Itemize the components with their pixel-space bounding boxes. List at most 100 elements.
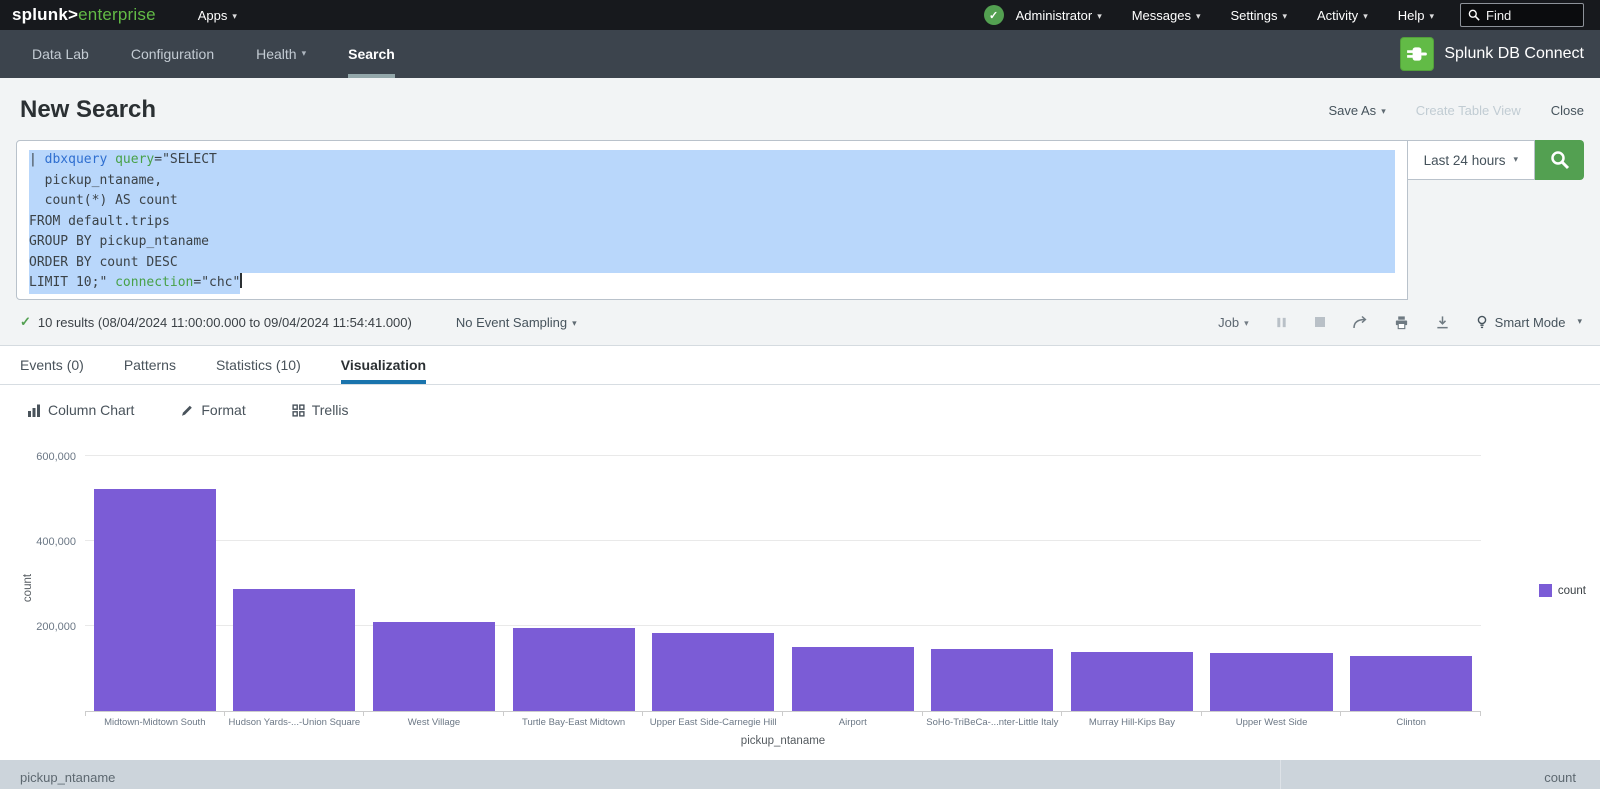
legend-label: count <box>1558 585 1586 597</box>
chevron-down-icon: ▾ <box>1282 11 1287 21</box>
x-axis-title: pickup_ntaname <box>85 735 1481 747</box>
find-search-box[interactable] <box>1460 3 1584 27</box>
event-sampling-menu[interactable]: No Event Sampling▾ <box>456 315 577 330</box>
chart-bar[interactable] <box>652 633 774 711</box>
table-column-pickup-ntaname[interactable]: pickup_ntaname <box>0 760 1280 789</box>
chevron-down-icon: ▾ <box>1577 316 1582 327</box>
stop-icon <box>1314 316 1326 328</box>
logo-splunk-text: splunk <box>12 5 68 24</box>
chart-bar[interactable] <box>373 622 495 711</box>
x-axis-category-label: Airport <box>783 712 923 728</box>
chart-bar[interactable] <box>931 649 1053 711</box>
x-axis-category-label: Upper East Side-Carnegie Hill <box>643 712 783 728</box>
query-line: FROM default.trips <box>29 212 1395 233</box>
query-line: LIMIT 10;" connection="chc" <box>29 273 1395 294</box>
x-axis-category-label: SoHo-TriBeCa-...nter-Little Italy <box>923 712 1063 728</box>
chart-type-picker[interactable]: Column Chart <box>27 402 134 418</box>
chart-bar[interactable] <box>233 589 355 711</box>
search-mode-menu[interactable]: Smart Mode▾ <box>1476 315 1582 330</box>
lightbulb-icon <box>1476 315 1488 330</box>
time-range-picker[interactable]: Last 24 hours▾ <box>1408 140 1535 180</box>
x-axis-category-label: Turtle Bay-East Midtown <box>504 712 644 728</box>
appbar-item-health[interactable]: Health▾ <box>256 30 306 78</box>
appbar-item-configuration[interactable]: Configuration <box>131 30 214 78</box>
app-navbar: Data Lab Configuration Health▾ Search Splun… <box>0 30 1600 78</box>
splunk-logo[interactable]: splunk>enterprise <box>12 5 156 25</box>
query-line: pickup_ntaname, <box>29 171 1395 192</box>
query-line: count(*) AS count <box>29 191 1395 212</box>
legend-swatch <box>1539 584 1552 597</box>
topbar-menu-administrator[interactable]: Administrator▾ <box>1016 8 1102 23</box>
share-icon[interactable] <box>1352 315 1368 330</box>
statistics-table-header: pickup_ntaname count <box>0 760 1600 789</box>
column-chart-icon <box>27 403 41 417</box>
query-line: GROUP BY pickup_ntaname <box>29 232 1395 253</box>
topbar-menu-settings[interactable]: Settings▾ <box>1231 8 1288 23</box>
x-axis-category-label: Upper West Side <box>1202 712 1342 728</box>
topbar-menu-activity[interactable]: Activity▾ <box>1317 8 1368 23</box>
search-query-editor[interactable]: | dbxquery query="SELECT pickup_ntaname,… <box>16 140 1408 300</box>
x-axis-category-label: West Village <box>364 712 504 728</box>
print-icon[interactable] <box>1394 315 1409 330</box>
chart-bar[interactable] <box>1210 653 1332 711</box>
chevron-down-icon: ▾ <box>1196 11 1201 21</box>
checkmark-icon: ✓ <box>20 314 31 330</box>
topbar-menu-messages[interactable]: Messages▾ <box>1132 8 1201 23</box>
chart-bar[interactable] <box>1350 656 1472 711</box>
app-identity[interactable]: Splunk DB Connect <box>1400 30 1584 78</box>
appbar-item-search[interactable]: Search <box>348 30 395 78</box>
chevron-down-icon: ▾ <box>572 318 577 328</box>
chart-bar[interactable] <box>1071 652 1193 711</box>
format-button[interactable]: Format <box>180 402 245 418</box>
query-line: ORDER BY count DESC <box>29 253 1395 274</box>
search-header: New Search Save As▾ Create Table View Cl… <box>0 78 1600 346</box>
chart-legend[interactable]: count <box>1539 584 1586 597</box>
apps-menu[interactable]: Apps▾ <box>198 8 237 23</box>
apps-label: Apps <box>198 8 228 23</box>
health-status-check-icon[interactable]: ✓ <box>984 5 1004 25</box>
find-input[interactable] <box>1486 8 1576 23</box>
chart-bar[interactable] <box>513 628 635 711</box>
chevron-down-icon: ▾ <box>1097 11 1102 21</box>
export-download-icon[interactable] <box>1435 315 1450 330</box>
results-tabs: Events (0) Patterns Statistics (10) Visuali… <box>0 346 1600 385</box>
logo-gt-text: > <box>68 5 78 24</box>
trellis-button[interactable]: Trellis <box>292 402 349 418</box>
tab-visualization[interactable]: Visualization <box>341 346 426 384</box>
tab-statistics-10[interactable]: Statistics (10) <box>216 346 301 384</box>
topbar-menu-help[interactable]: Help▾ <box>1398 8 1434 23</box>
close-button[interactable]: Close <box>1551 103 1584 118</box>
logo-product-text: enterprise <box>78 5 156 24</box>
chevron-down-icon: ▾ <box>1513 154 1518 165</box>
chart-bar[interactable] <box>792 647 914 711</box>
chevron-down-icon: ▾ <box>1363 11 1368 21</box>
tab-patterns[interactable]: Patterns <box>124 346 176 384</box>
page-title: New Search <box>20 96 1328 124</box>
top-navbar: splunk>enterprise Apps▾ ✓ Administrator▾… <box>0 0 1600 30</box>
job-menu[interactable]: Job▾ <box>1218 315 1249 330</box>
y-axis-tick-label: 200,000 <box>36 621 76 633</box>
table-column-count[interactable]: count <box>1280 760 1600 789</box>
db-connect-plug-icon <box>1400 37 1434 71</box>
tab-events-0[interactable]: Events (0) <box>20 346 84 384</box>
search-icon <box>1468 9 1480 21</box>
run-search-button[interactable] <box>1535 140 1584 180</box>
appbar-item-data-lab[interactable]: Data Lab <box>32 30 89 78</box>
app-name: Splunk DB Connect <box>1444 45 1584 63</box>
chevron-down-icon: ▾ <box>1429 11 1434 21</box>
pause-icon <box>1275 316 1288 329</box>
query-line: | dbxquery query="SELECT <box>29 150 1395 171</box>
column-chart: count 200,000400,000600,000 Midtown-Midt… <box>0 434 1600 746</box>
chart-bar[interactable] <box>94 489 216 711</box>
results-summary: 10 results (08/04/2024 11:00:00.000 to 0… <box>38 315 412 330</box>
y-axis-tick-label: 400,000 <box>36 536 76 548</box>
create-table-view-button: Create Table View <box>1416 103 1521 118</box>
plot-area: 200,000400,000600,000 <box>85 436 1481 712</box>
chevron-down-icon: ▾ <box>302 48 307 59</box>
y-axis-tick-label: 600,000 <box>36 451 76 463</box>
visualization-toolbar: Column Chart Format Trellis <box>0 385 1600 428</box>
save-as-button[interactable]: Save As▾ <box>1328 103 1385 118</box>
chevron-down-icon: ▾ <box>1381 106 1386 116</box>
y-axis-title: count <box>22 574 34 602</box>
chevron-down-icon: ▾ <box>1244 318 1249 328</box>
